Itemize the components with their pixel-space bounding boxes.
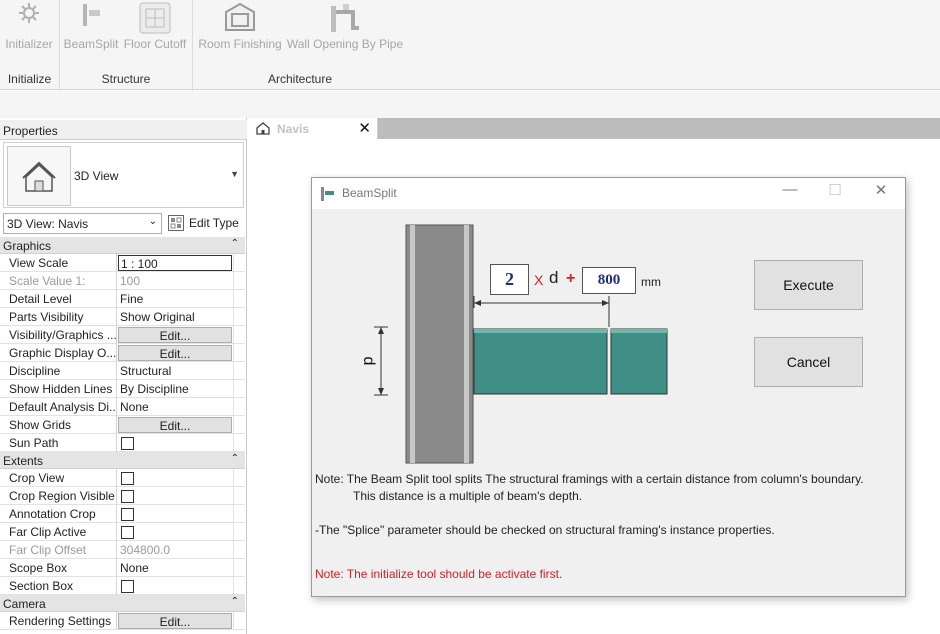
wall-opening-by-pipe-button[interactable]: Wall Opening By Pipe [286,0,404,64]
property-row-visibility-graphics[interactable]: Visibility/Graphics ... Edit... [0,326,245,344]
edit-type-label: Edit Type [189,216,239,230]
dropdown-arrow-icon[interactable]: ▼ [230,169,239,179]
multiplier-input[interactable]: 2 [490,264,529,295]
property-row-crop-region-visible[interactable]: Crop Region Visible [0,487,245,505]
property-row-view-scale[interactable]: View Scale 1 : 100 [0,254,245,272]
beam-split-icon [319,185,337,206]
close-icon[interactable]: ✕ [861,181,901,205]
property-row-sun-path[interactable]: Sun Path [0,434,245,452]
initializer-label: Initializer [5,37,53,51]
view-tab-label: Navis [277,122,310,136]
room-finishing-icon [223,2,257,37]
visibility-graphics-edit-button[interactable]: Edit... [118,327,232,343]
properties-title: Properties [0,120,247,140]
annotation-crop-checkbox[interactable] [121,508,134,521]
dialog-titlebar[interactable]: BeamSplit — ☐ ✕ [312,178,905,209]
beam-segment-2 [610,328,668,395]
property-row-parts-visibility[interactable]: Parts Visibility Show Original [0,308,245,326]
instance-selector-value: 3D View: Navis [7,217,89,231]
property-row-scope-box[interactable]: Scope Box None [0,559,245,577]
beamsplit-label: BeamSplit [63,37,119,51]
property-row-detail-level[interactable]: Detail Level Fine [0,290,245,308]
floor-cutoff-label: Floor Cutoff [123,37,187,51]
room-finishing-button[interactable]: Room Finishing [196,0,284,64]
properties-grid: Graphics ⌃ View Scale 1 : 100 Scale Value… [0,237,245,630]
initializer-button[interactable]: Initializer [2,0,56,64]
view-tab-navis[interactable]: Navis ✕ [249,118,378,139]
house-3d-icon [22,161,56,192]
beamsplit-dialog: BeamSplit — ☐ ✕ d 2 X d + 800 mm Execute… [311,177,906,597]
column-shape [405,224,474,464]
rendering-settings-edit-button[interactable]: Edit... [118,613,232,629]
far-clip-active-checkbox[interactable] [121,526,134,539]
depth-symbol: d [549,268,559,287]
ribbon-group-structure: Structure [101,72,151,86]
cancel-button[interactable]: Cancel [754,337,863,387]
view-type-thumbnail [7,146,71,206]
initialize-warning: Note: The initialize tool should be acti… [315,567,563,581]
collapse-icon[interactable]: ⌃ [231,596,239,607]
floor-cutoff-button[interactable]: Floor Cutoff [121,0,189,64]
wall-opening-icon [327,2,363,37]
crop-region-visible-checkbox[interactable] [121,490,134,503]
property-row-graphic-display[interactable]: Graphic Display O... Edit... [0,344,245,362]
property-row-rendering-settings[interactable]: Rendering Settings Edit... [0,612,245,630]
instance-selector[interactable]: 3D View: Navis ⌄ [3,213,162,234]
ribbon-group-architecture: Architecture [267,72,333,86]
section-box-checkbox[interactable] [121,580,134,593]
collapse-icon[interactable]: ⌃ [231,238,239,249]
note-text: Note: The Beam Split tool splits The str… [315,472,864,486]
property-row-show-hidden-lines[interactable]: Show Hidden Lines By Discipline [0,380,245,398]
category-camera[interactable]: Camera ⌃ [0,595,245,612]
ribbon-spacer [0,91,940,118]
house-icon [255,121,271,139]
category-graphics[interactable]: Graphics ⌃ [0,237,245,254]
ribbon-group-initialize: Initialize [7,72,52,86]
edit-type-button[interactable]: Edit Type [167,213,245,234]
offset-input[interactable]: 800 [582,267,636,294]
floor-cutoff-icon [139,2,171,37]
room-finishing-label: Room Finishing [198,37,282,51]
wall-opening-label: Wall Opening By Pipe [286,37,404,51]
minimize-icon[interactable]: — [770,181,810,205]
beam-segment-1 [473,328,608,395]
type-name: 3D View [74,169,119,183]
beam-split-icon [80,2,102,31]
plus-symbol: + [566,270,576,287]
view-scale-input[interactable]: 1 : 100 [118,255,232,271]
splice-note: -The "Splice" parameter should be checke… [315,523,775,537]
collapse-icon[interactable]: ⌃ [231,453,239,464]
beam-split-diagram: d [360,224,668,464]
dialog-title: BeamSplit [342,186,397,200]
execute-button[interactable]: Execute [754,260,863,310]
property-row-annotation-crop[interactable]: Annotation Crop [0,505,245,523]
close-icon[interactable]: ✕ [358,119,371,137]
edit-type-icon [168,215,184,231]
unit-label: mm [641,275,661,289]
properties-panel: Properties 3D View ▼ 3D View: Navis ⌄ Ed… [0,118,247,634]
maximize-icon: ☐ [828,182,842,199]
times-symbol: X [534,272,544,288]
ribbon: Initializer BeamSplit Floor Cutoff Room … [0,0,940,90]
property-row-far-clip-offset: Far Clip Offset 304800.0 [0,541,245,559]
gear-icon [18,2,40,27]
type-selector[interactable]: 3D View ▼ [3,142,244,208]
property-row-far-clip-active[interactable]: Far Clip Active [0,523,245,541]
sun-path-checkbox[interactable] [121,437,134,450]
property-row-show-grids[interactable]: Show Grids Edit... [0,416,245,434]
show-grids-edit-button[interactable]: Edit... [118,417,232,433]
property-row-scale-value: Scale Value 1: 100 [0,272,245,290]
property-row-default-analysis[interactable]: Default Analysis Di... None [0,398,245,416]
depth-label: d [360,357,377,366]
category-extents[interactable]: Extents ⌃ [0,452,245,469]
property-row-section-box[interactable]: Section Box [0,577,245,595]
property-row-discipline[interactable]: Discipline Structural [0,362,245,380]
chevron-down-icon: ⌄ [148,216,157,227]
graphic-display-edit-button[interactable]: Edit... [118,345,232,361]
note-text-continued: This distance is a multiple of beam's de… [353,489,583,503]
beamsplit-button[interactable]: BeamSplit [62,0,120,64]
crop-view-checkbox[interactable] [121,472,134,485]
property-row-crop-view[interactable]: Crop View [0,469,245,487]
